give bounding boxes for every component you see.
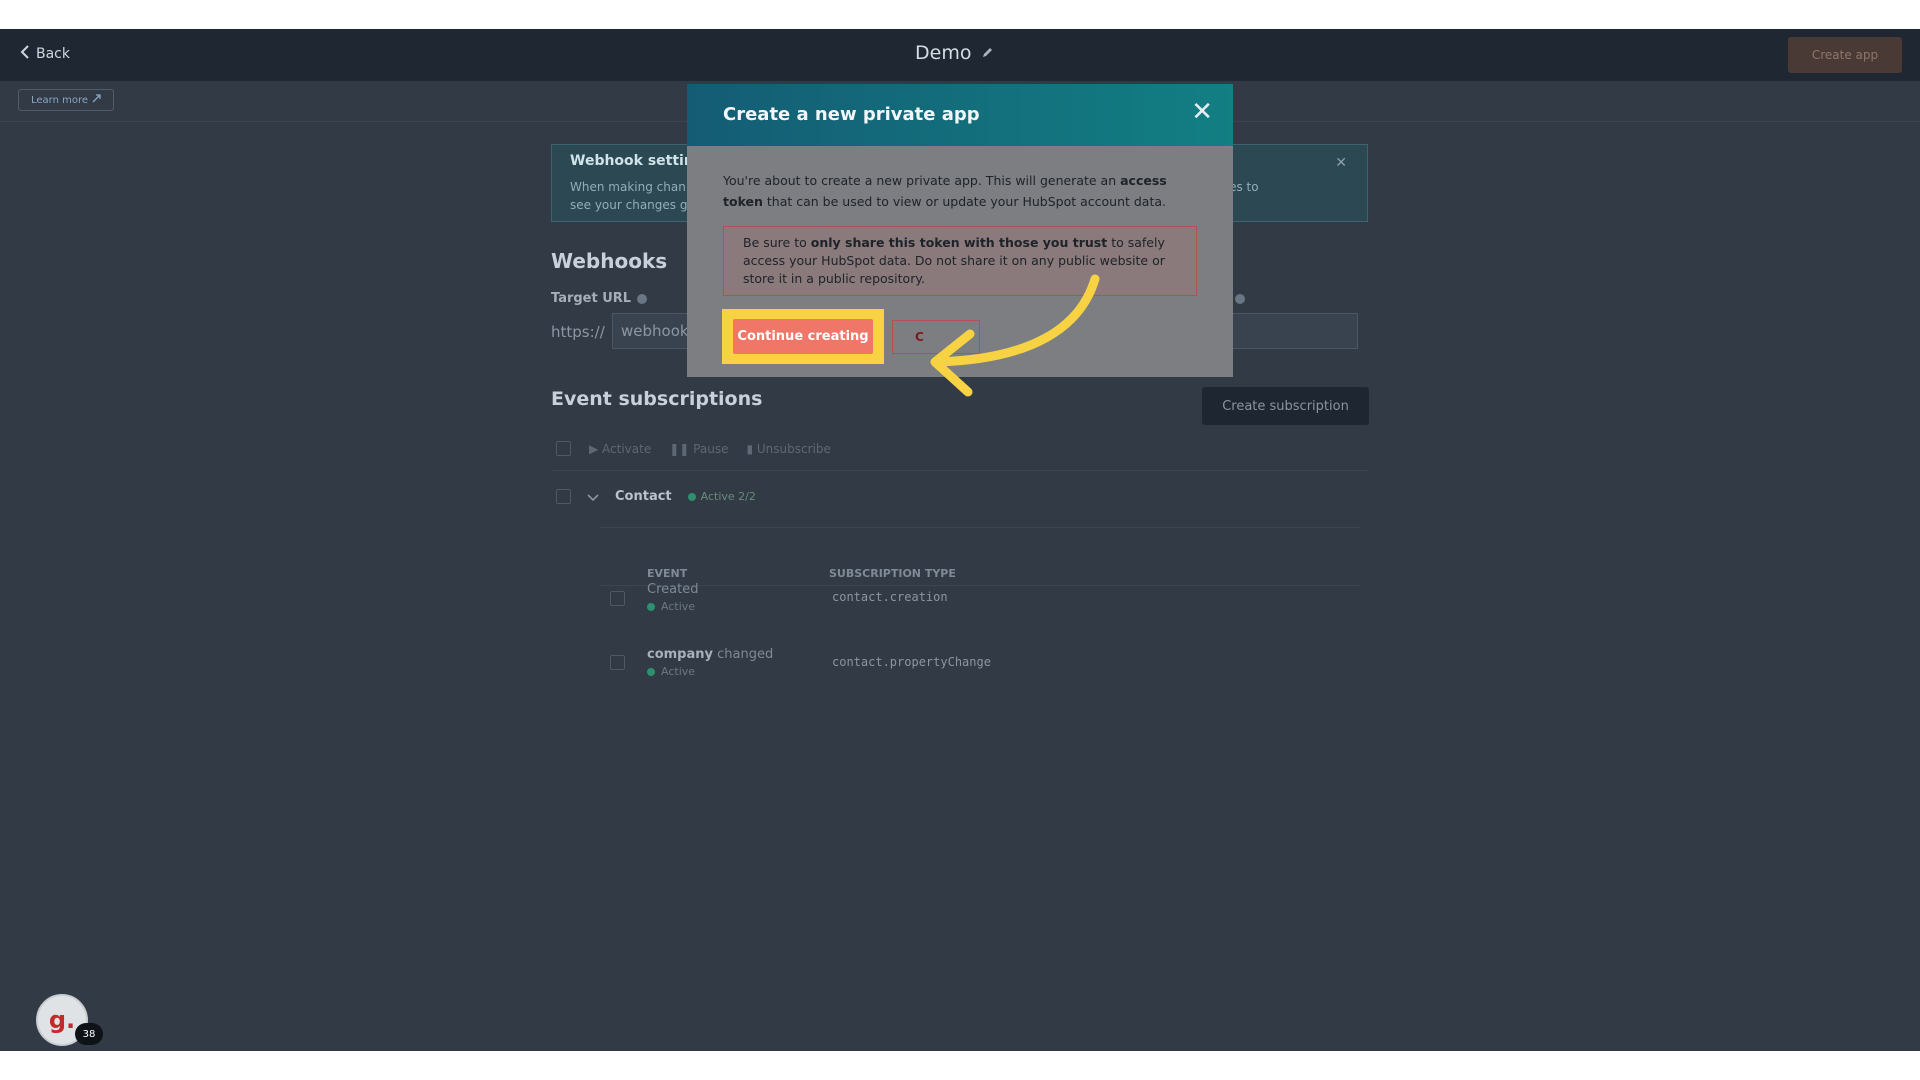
event-subscription-type: contact.propertyChange <box>832 655 991 669</box>
event-subscriptions-heading: Event subscriptions <box>551 388 763 410</box>
active-dot-icon <box>647 667 655 676</box>
event-name-bold: company <box>647 647 713 662</box>
modal-title: Create a new private app <box>723 104 980 125</box>
target-url-label-text: Target URL <box>551 291 632 306</box>
event-row-checkbox[interactable] <box>610 591 625 606</box>
back-label: Back <box>36 46 70 62</box>
pause-action[interactable]: ❚❚ Pause <box>669 442 728 456</box>
webhooks-heading: Webhooks <box>551 249 668 273</box>
contact-object-row[interactable]: Contact Active 2/2 <box>556 487 756 506</box>
pencil-icon[interactable] <box>981 42 994 64</box>
contact-object-name: Contact <box>615 489 672 504</box>
event-name-rest: Created <box>647 582 699 597</box>
event-column-header: EVENT <box>647 567 688 580</box>
contact-status-text: Active 2/2 <box>700 490 756 503</box>
event-status-text: Active <box>661 665 696 678</box>
modal-header: Create a new private app ✕ <box>687 84 1233 146</box>
event-status: Active <box>647 600 695 613</box>
app-title: Demo <box>915 42 994 64</box>
notification-count-badge: 38 <box>75 1023 103 1045</box>
divider <box>551 470 1369 471</box>
external-link-icon <box>92 94 101 106</box>
trash-icon: ▮ <box>746 441 757 456</box>
activate-action[interactable]: ▶ Activate <box>589 442 651 456</box>
url-prefix: https:// <box>551 323 605 341</box>
banner-text-line1-left: When making chan <box>570 180 686 194</box>
event-name: Created <box>647 582 698 597</box>
modal-intro-text: You're about to create a new private app… <box>723 170 1203 212</box>
learn-more-label: Learn more <box>31 94 89 106</box>
event-name: company changed <box>647 647 773 662</box>
banner-title: Webhook settin <box>570 153 694 169</box>
event-status-text: Active <box>661 600 696 613</box>
chevron-left-icon <box>20 45 30 63</box>
banner-close-icon[interactable]: ✕ <box>1335 155 1347 171</box>
unsubscribe-action[interactable]: ▮ Unsubscribe <box>746 442 830 456</box>
modal-intro-part2: that can be used to view or update your … <box>762 194 1166 209</box>
pause-icon: ❚❚ <box>669 441 694 456</box>
event-subscription-type: contact.creation <box>832 590 948 604</box>
app-frame: Back Demo Create app Learn more Webhook … <box>0 29 1920 1051</box>
top-bar: Back Demo Create app <box>0 29 1920 81</box>
info-icon[interactable] <box>637 293 648 304</box>
bulk-actions-bar: ▶ Activate ❚❚ Pause ▮ Unsubscribe <box>556 441 831 456</box>
play-icon: ▶ <box>589 441 603 456</box>
subscription-type-column-header: SUBSCRIPTION TYPE <box>829 567 956 580</box>
close-icon[interactable]: ✕ <box>1191 99 1213 125</box>
create-app-button[interactable]: Create app <box>1788 37 1902 73</box>
unsubscribe-action-label: Unsubscribe <box>756 441 831 456</box>
learn-more-link[interactable]: Learn more <box>18 89 115 111</box>
back-link[interactable]: Back <box>20 45 70 63</box>
continue-creating-button[interactable]: Continue creating <box>733 319 873 354</box>
create-subscription-button[interactable]: Create subscription <box>1202 387 1369 425</box>
contact-checkbox[interactable] <box>556 489 571 504</box>
warning-part1: Be sure to <box>743 235 811 250</box>
divider <box>600 527 1360 528</box>
contact-status-badge: Active 2/2 <box>687 490 756 503</box>
event-name-rest: changed <box>713 647 774 662</box>
app-title-text: Demo <box>915 42 972 64</box>
info-icon[interactable] <box>1235 293 1246 304</box>
divider <box>600 585 1360 586</box>
event-row-checkbox[interactable] <box>610 655 625 670</box>
pointer-arrow-icon <box>930 274 1100 397</box>
select-all-checkbox[interactable] <box>556 441 571 456</box>
pause-action-label: Pause <box>693 441 729 456</box>
target-url-label: Target URL <box>551 291 648 306</box>
modal-intro-part1: You're about to create a new private app… <box>723 173 1121 188</box>
active-dot-icon <box>687 492 696 501</box>
activate-action-label: Activate <box>602 441 652 456</box>
chevron-down-icon[interactable] <box>587 487 599 506</box>
warning-bold: only share this token with those you tru… <box>810 235 1108 250</box>
banner-text-line2: see your changes g <box>570 198 688 212</box>
event-status: Active <box>647 665 695 678</box>
active-dot-icon <box>647 602 655 611</box>
